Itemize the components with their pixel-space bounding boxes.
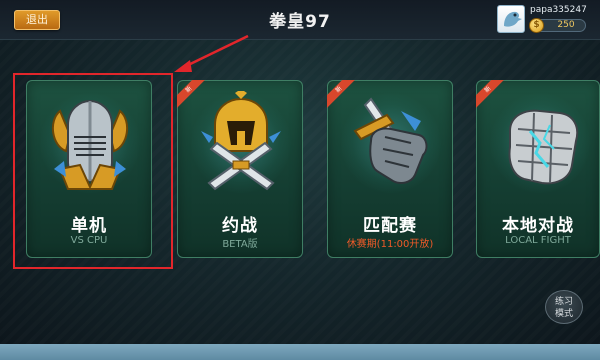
avatar[interactable]: [497, 5, 525, 33]
mode-name: 匹配赛: [363, 216, 417, 236]
bird-avatar-icon: [504, 11, 522, 27]
game-screen: 退出 拳皇97 papa335247 $ 250 单机 VS CPU 新 约战 …: [0, 0, 600, 344]
crossed-swords-helmet-icon: [201, 91, 281, 191]
practice-label-1: 练习: [554, 297, 573, 307]
mode-card-challenge[interactable]: 新 约战 BETA版: [177, 80, 303, 258]
stone-fist-icon: [508, 109, 579, 185]
mode-name: 约战: [222, 216, 258, 236]
fist-sword-icon: [353, 97, 428, 184]
mode-card-match[interactable]: 新 匹配赛 休赛期(11:00开放): [327, 80, 453, 258]
practice-mode-button[interactable]: 练习 模式: [545, 290, 583, 324]
selection-highlight: [13, 73, 173, 269]
username: papa335247: [530, 5, 587, 15]
coin-icon: $: [529, 18, 544, 33]
mode-card-local-fight[interactable]: 新 本地对战 LOCAL FIGHT: [476, 80, 600, 258]
practice-label-2: 模式: [554, 309, 573, 319]
mode-subtitle: BETA版: [222, 239, 258, 250]
top-bar: 退出 拳皇97 papa335247 $ 250: [0, 0, 600, 40]
mode-subtitle: 休赛期(11:00开放): [346, 239, 434, 250]
system-bar: [0, 344, 600, 360]
mode-subtitle: LOCAL FIGHT: [505, 235, 571, 246]
pointer-arrow-icon: [174, 34, 249, 72]
mode-name: 本地对战: [502, 216, 574, 236]
coin-count: 250: [557, 20, 575, 30]
